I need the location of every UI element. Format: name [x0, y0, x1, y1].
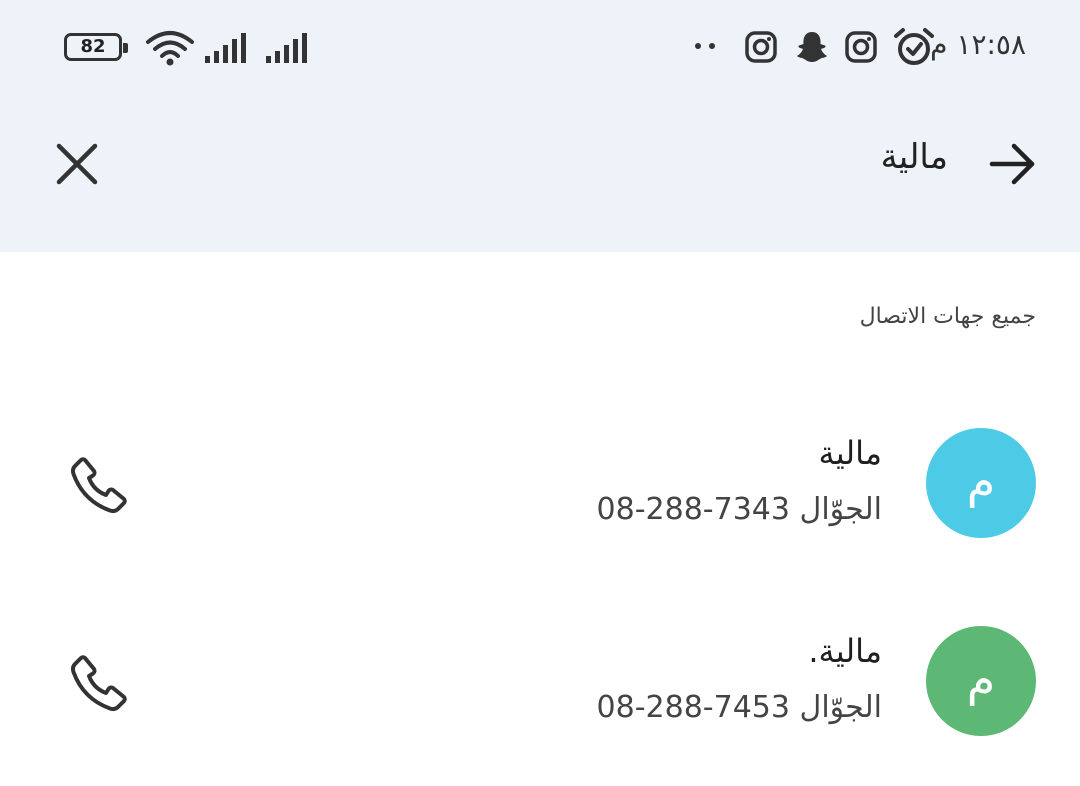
instagram-icon: [745, 31, 777, 63]
more-dots-icon: [695, 43, 715, 49]
status-bar: 82 ١٢:٥٨ م: [0, 0, 1080, 95]
contact-detail: الجوّال 08-288-7453: [597, 690, 882, 725]
search-bar: مالية: [0, 95, 1080, 252]
signal-icon: [266, 33, 307, 63]
search-input[interactable]: مالية: [881, 137, 948, 177]
wifi-icon: [146, 31, 194, 66]
snapchat-icon: [797, 32, 827, 62]
section-label: جميع جهات الاتصال: [859, 304, 1036, 329]
signal-icon: [205, 33, 246, 63]
arrow-right-icon[interactable]: [988, 139, 1038, 189]
avatar-initial: م: [966, 652, 996, 706]
phone-number: 08-288-7343: [596, 492, 790, 527]
phone-type: الجوّال: [799, 492, 882, 527]
contact-name: مالية: [818, 434, 882, 472]
list-item[interactable]: م مالية. الجوّال 08-288-7453: [0, 626, 1080, 786]
avatar: م: [926, 428, 1036, 538]
contact-detail: الجوّال 08-288-7343: [597, 492, 882, 527]
battery-icon: 82: [64, 33, 128, 61]
alarm-icon: [894, 28, 934, 65]
contacts-list: جميع جهات الاتصال م مالية الجوّال 08-288…: [0, 252, 1080, 776]
close-icon[interactable]: [54, 141, 100, 187]
phone-icon[interactable]: [70, 456, 128, 514]
instagram-icon: [845, 31, 877, 63]
list-item[interactable]: م مالية الجوّال 08-288-7343: [0, 428, 1080, 588]
status-time: ١٢:٥٨ م: [930, 28, 1026, 61]
phone-icon[interactable]: [70, 654, 128, 712]
avatar: م: [926, 626, 1036, 736]
battery-level: 82: [80, 36, 106, 57]
phone-type: الجوّال: [799, 690, 882, 725]
contact-name: مالية.: [808, 632, 882, 670]
phone-number: 08-288-7453: [596, 690, 790, 725]
avatar-initial: م: [966, 454, 996, 508]
